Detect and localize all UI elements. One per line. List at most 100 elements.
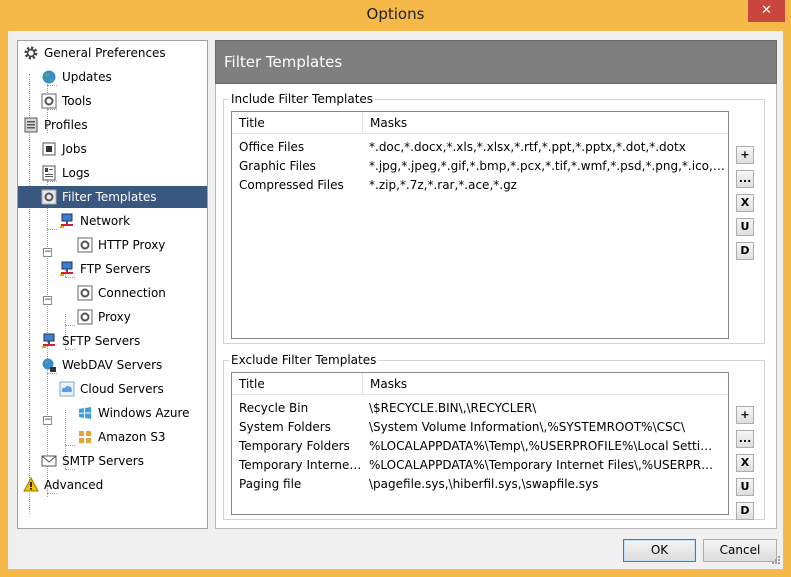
tree-item-label: WebDAV Servers	[62, 358, 163, 372]
tree-item-label: SFTP Servers	[62, 334, 141, 348]
tree-item-amazon-s3[interactable]: Amazon S3	[76, 426, 166, 448]
ok-button[interactable]: OK	[623, 539, 696, 562]
tree-item-label: Filter Templates	[62, 190, 157, 204]
tree-line	[29, 74, 30, 514]
include-edit-button[interactable]: ...	[736, 170, 754, 188]
tree-item-label: Amazon S3	[98, 430, 166, 444]
row-title: Graphic Files	[239, 159, 316, 173]
include-move-up-button[interactable]: U	[736, 218, 754, 236]
dialog-client: − − − General Preferences Updates Tools …	[8, 31, 783, 569]
tree-item-label: Network	[80, 214, 131, 228]
tree-item-label: SMTP Servers	[62, 454, 144, 468]
panel-header: Filter Templates	[215, 40, 777, 84]
cancel-button[interactable]: Cancel	[703, 539, 777, 562]
column-header-title[interactable]: Title	[232, 112, 362, 134]
close-button[interactable]: ✕	[748, 0, 785, 22]
tree-line	[47, 229, 57, 230]
include-list[interactable]: Title Masks Office Files *.doc,*.docx,*.…	[231, 111, 729, 339]
exclude-group-label: Exclude Filter Templates	[229, 353, 379, 367]
column-header-masks[interactable]: Masks	[362, 373, 728, 395]
tree-item-label: Updates	[62, 70, 112, 84]
table-row[interactable]: Compressed Files *.zip,*.7z,*.rar,*.ace,…	[232, 176, 728, 195]
sftp-servers-icon	[40, 333, 57, 350]
tree-item-advanced[interactable]: Advanced	[22, 474, 103, 496]
panel-title: Filter Templates	[224, 53, 343, 71]
exclude-add-button[interactable]: +	[736, 406, 754, 424]
row-title: Temporary Folders	[239, 439, 350, 453]
row-masks: %LOCALAPPDATA%\Temporary Internet Files\…	[369, 458, 718, 472]
amazon-s3-icon	[76, 429, 93, 446]
tree-item-label: Logs	[62, 166, 90, 180]
row-masks: \pagefile.sys,\hiberfil.sys,\swapfile.sy…	[369, 477, 599, 491]
row-masks: *.jpg,*.jpeg,*.gif,*.bmp,*.pcx,*.tif,*.w…	[369, 159, 728, 173]
tree-item-jobs[interactable]: Jobs	[40, 138, 87, 160]
tree-item-tools[interactable]: Tools	[40, 90, 92, 112]
include-add-button[interactable]: +	[736, 146, 754, 164]
table-row[interactable]: Paging file \pagefile.sys,\hiberfil.sys,…	[232, 475, 728, 494]
table-row[interactable]: Recycle Bin \$RECYCLE.BIN\,\RECYCLER\	[232, 399, 728, 418]
exclude-move-down-button[interactable]: D	[736, 502, 754, 520]
tree-item-webdav-servers[interactable]: WebDAV Servers	[40, 354, 162, 376]
envelope-icon	[40, 453, 57, 470]
tree-item-updates[interactable]: Updates	[40, 66, 112, 88]
row-masks: \System Volume Information\,%SYSTEMROOT%…	[369, 420, 686, 434]
globe-icon	[40, 69, 57, 86]
content-panel: Include Filter Templates Title Masks Off…	[215, 84, 777, 529]
cloud-icon	[58, 381, 75, 398]
exclude-edit-button[interactable]: ...	[736, 430, 754, 448]
exclude-list-header: Title Masks	[232, 373, 728, 395]
filter-icon	[40, 189, 57, 206]
row-title: Compressed Files	[239, 178, 344, 192]
tree-item-windows-azure[interactable]: Windows Azure	[76, 402, 190, 424]
tree-item-label: Profiles	[44, 118, 88, 132]
ftp-servers-icon	[58, 261, 75, 278]
connection-icon	[76, 285, 93, 302]
tree-item-general-preferences[interactable]: General Preferences	[22, 42, 166, 64]
row-title: Temporary Internet F...	[239, 458, 362, 472]
row-title: Paging file	[239, 477, 302, 491]
tree-item-label: FTP Servers	[80, 262, 151, 276]
tree-item-logs[interactable]: Logs	[40, 162, 90, 184]
table-row[interactable]: Temporary Internet F... %LOCALAPPDATA%\T…	[232, 456, 728, 475]
close-icon: ✕	[761, 3, 772, 18]
logs-icon	[40, 165, 57, 182]
expander-network[interactable]: −	[43, 248, 52, 257]
resize-grip-icon[interactable]	[769, 555, 781, 567]
exclude-list[interactable]: Title Masks Recycle Bin \$RECYCLE.BIN\,\…	[231, 372, 729, 515]
table-row[interactable]: Graphic Files *.jpg,*.jpeg,*.gif,*.bmp,*…	[232, 157, 728, 176]
include-move-down-button[interactable]: D	[736, 242, 754, 260]
table-row[interactable]: System Folders \System Volume Informatio…	[232, 418, 728, 437]
include-group-label: Include Filter Templates	[229, 92, 376, 106]
tree-item-smtp-servers[interactable]: SMTP Servers	[40, 450, 144, 472]
include-delete-button[interactable]: X	[736, 194, 754, 212]
tree-item-network[interactable]: Network	[58, 210, 130, 232]
row-masks: *.doc,*.docx,*.xls,*.xlsx,*.rtf,*.ppt,*.…	[369, 140, 686, 154]
windows-logo-icon	[76, 405, 93, 422]
tree-item-profiles[interactable]: Profiles	[22, 114, 88, 136]
options-window: Options ✕ − − − General Preferences Upda…	[0, 0, 791, 577]
expander-cloud-servers[interactable]: −	[43, 416, 52, 425]
tree-item-filter-templates[interactable]: Filter Templates	[18, 186, 207, 208]
tree-item-ftp-servers[interactable]: FTP Servers	[58, 258, 151, 280]
tree-item-http-proxy[interactable]: HTTP Proxy	[76, 234, 165, 256]
tree-item-cloud-servers[interactable]: Cloud Servers	[58, 378, 164, 400]
window-title: Options	[366, 5, 425, 23]
expander-ftp-servers[interactable]: −	[43, 296, 52, 305]
column-header-title[interactable]: Title	[232, 373, 362, 395]
row-masks: *.zip,*.7z,*.rar,*.ace,*.gz	[369, 178, 517, 192]
table-row[interactable]: Office Files *.doc,*.docx,*.xls,*.xlsx,*…	[232, 138, 728, 157]
tree-item-connection[interactable]: Connection	[76, 282, 166, 304]
row-title: Office Files	[239, 140, 305, 154]
exclude-delete-button[interactable]: X	[736, 454, 754, 472]
tree-item-label: Windows Azure	[98, 406, 190, 420]
tree-item-label: HTTP Proxy	[98, 238, 166, 252]
tree-item-sftp-servers[interactable]: SFTP Servers	[40, 330, 140, 352]
settings-tree[interactable]: − − − General Preferences Updates Tools …	[17, 40, 208, 529]
exclude-move-up-button[interactable]: U	[736, 478, 754, 496]
row-title: System Folders	[239, 420, 331, 434]
table-row[interactable]: Temporary Folders %LOCALAPPDATA%\Temp\,%…	[232, 437, 728, 456]
tree-item-label: Advanced	[44, 478, 104, 492]
column-header-masks[interactable]: Masks	[362, 112, 728, 134]
tree-item-proxy[interactable]: Proxy	[76, 306, 131, 328]
tree-item-label: Proxy	[98, 310, 131, 324]
